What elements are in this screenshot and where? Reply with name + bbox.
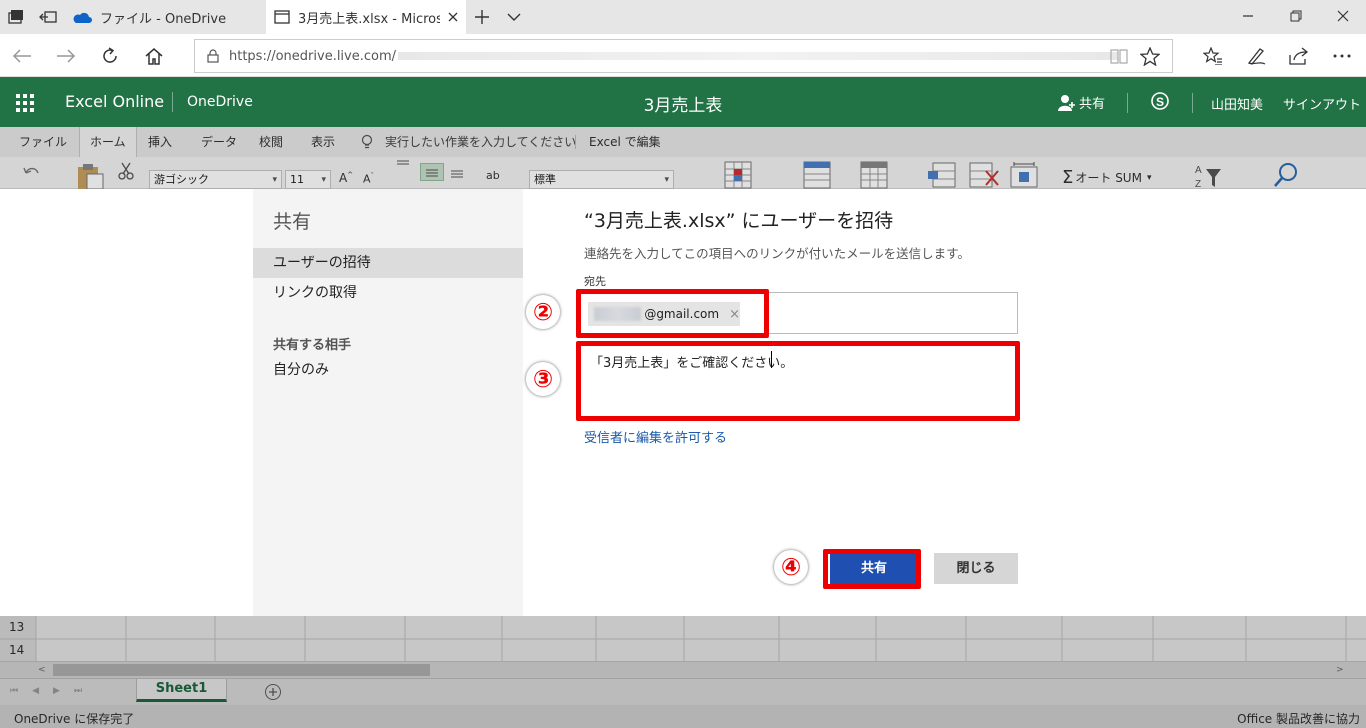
- favorites-hub-icon[interactable]: [1197, 40, 1229, 72]
- callout-2: ②: [526, 295, 560, 329]
- minimize-icon[interactable]: [1242, 10, 1254, 22]
- skype-icon[interactable]: S: [1150, 91, 1170, 111]
- callout-4: ④: [774, 550, 808, 584]
- forward-arrow-icon[interactable]: [50, 40, 82, 72]
- share-header-button[interactable]: 共有: [1058, 93, 1105, 112]
- back-arrow-icon[interactable]: [6, 40, 38, 72]
- home-icon[interactable]: [138, 40, 170, 72]
- app-header: Excel Online OneDrive 3月売上表 共有 S 山田知美 サイ…: [0, 77, 1366, 127]
- tab-title: ファイル - OneDrive: [100, 11, 227, 27]
- dialog-title: “3月売上表.xlsx” にユーザーを招待: [584, 210, 894, 232]
- url-redacted: [398, 52, 1119, 60]
- shared-with-value[interactable]: 自分のみ: [273, 359, 329, 379]
- lock-icon: [207, 49, 219, 63]
- address-bar[interactable]: https://onedrive.live.com/: [194, 39, 1173, 73]
- refresh-icon[interactable]: [94, 40, 126, 72]
- close-tab-icon[interactable]: [448, 12, 458, 22]
- brand-name[interactable]: Excel Online: [65, 92, 164, 111]
- person-add-icon: [1058, 94, 1076, 112]
- share-icon[interactable]: [1283, 40, 1315, 72]
- callout-3: ③: [526, 362, 560, 396]
- dialog-side-title: 共有: [273, 211, 312, 233]
- nav-invite-people[interactable]: ユーザーの招待: [253, 248, 523, 278]
- divider: [1127, 93, 1128, 113]
- nav-get-link[interactable]: リンクの取得: [253, 278, 523, 308]
- tab-excel[interactable]: 3月売上表.xlsx - Micros: [266, 0, 466, 34]
- set-aside-tabs-icon[interactable]: [39, 9, 57, 25]
- browser-tab-bar: ファイル - OneDrive 3月売上表.xlsx - Micros: [0, 0, 1366, 34]
- pen-notes-icon[interactable]: [1240, 40, 1272, 72]
- highlight-share-button: [823, 549, 921, 589]
- app-launcher-icon[interactable]: [16, 94, 34, 112]
- tab-title: 3月売上表.xlsx - Micros: [298, 11, 440, 27]
- favorite-star-icon[interactable]: [1140, 47, 1160, 66]
- restore-icon[interactable]: [1290, 10, 1302, 22]
- to-label: 宛先: [584, 275, 606, 288]
- tab-actions-icon[interactable]: [8, 9, 24, 25]
- signout-link[interactable]: サインアウト: [1283, 94, 1361, 113]
- new-tab-icon[interactable]: [474, 9, 490, 25]
- svg-text:S: S: [1156, 95, 1164, 109]
- shared-with-heading: 共有する相手: [273, 338, 352, 353]
- share-dialog: 共有 ユーザーの招待 リンクの取得 共有する相手 自分のみ “3月売上表.xls…: [253, 189, 1366, 616]
- allow-edit-link[interactable]: 受信者に編集を許可する: [584, 427, 727, 446]
- user-name[interactable]: 山田知美: [1211, 94, 1263, 113]
- url-text: https://onedrive.live.com/: [229, 48, 397, 64]
- service-link[interactable]: OneDrive: [187, 94, 253, 110]
- overlay-top: [0, 127, 1366, 189]
- highlight-message: [576, 341, 1020, 421]
- share-label: 共有: [1079, 97, 1106, 112]
- overlay-bottom: [0, 616, 1366, 728]
- tab-preview-chevron-icon[interactable]: [507, 12, 521, 22]
- divider: [1192, 93, 1193, 113]
- browser-nav-bar: https://onedrive.live.com/: [0, 34, 1366, 77]
- tab-onedrive[interactable]: ファイル - OneDrive: [64, 0, 266, 34]
- page-icon: [274, 10, 290, 24]
- onedrive-cloud-icon: [72, 10, 92, 24]
- reading-view-icon[interactable]: [1110, 48, 1128, 64]
- more-dots-icon[interactable]: [1326, 40, 1358, 72]
- share-sidenav: 共有 ユーザーの招待 リンクの取得 共有する相手 自分のみ: [253, 189, 523, 616]
- divider: [172, 92, 173, 112]
- document-title[interactable]: 3月売上表: [600, 91, 766, 116]
- dialog-subtitle: 連絡先を入力してこの項目へのリンクが付いたメールを送信します。: [584, 246, 970, 261]
- close-window-icon[interactable]: [1337, 10, 1349, 22]
- close-button[interactable]: 閉じる: [934, 553, 1018, 584]
- highlight-recipient: [576, 289, 769, 338]
